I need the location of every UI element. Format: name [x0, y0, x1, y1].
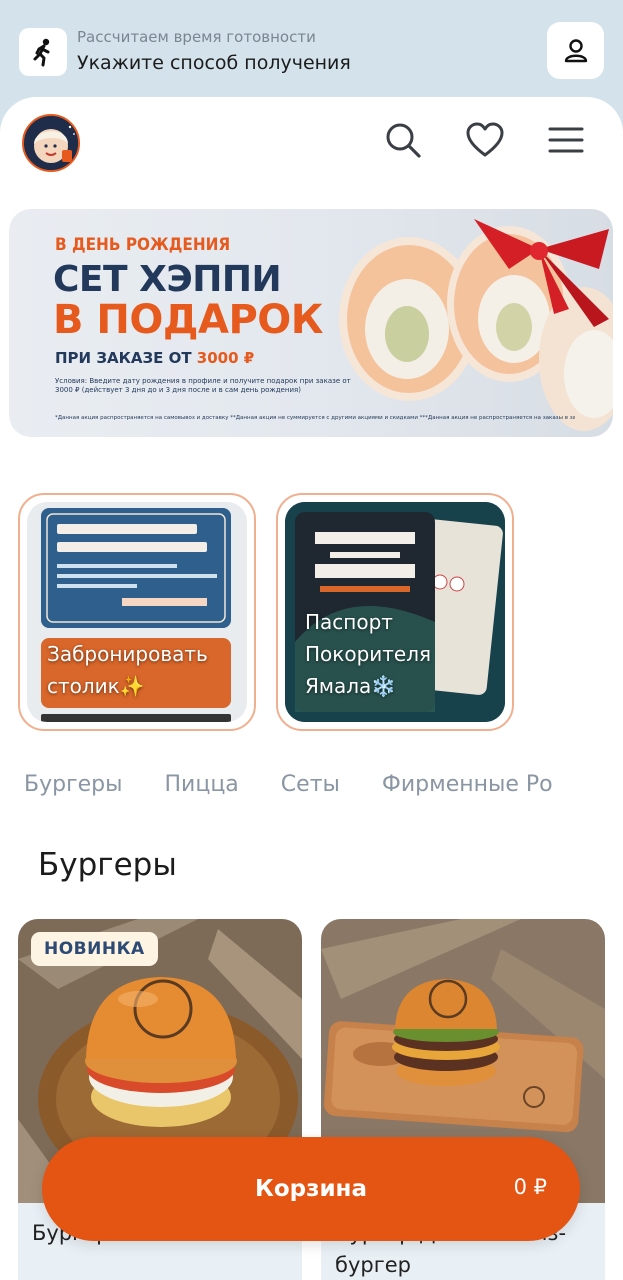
profile-button[interactable] [547, 22, 604, 79]
section-title: Бургеры [38, 847, 177, 883]
walking-person-icon[interactable] [19, 28, 67, 76]
banner-footnote: *Данная акция распространяется на самовы… [55, 415, 575, 421]
tab-signature-rolls[interactable]: Фирменные Ро [382, 772, 553, 797]
banner-line-set: СЕТ ХЭППИ [53, 259, 282, 300]
user-icon [564, 38, 587, 62]
banner-order-amount: 3000 ₽ [196, 349, 255, 367]
brand-logo[interactable] [22, 114, 80, 172]
tab-pizza[interactable]: Пицца [165, 772, 239, 797]
delivery-method-bar[interactable]: Рассчитаем время готовности Укажите спос… [0, 0, 623, 100]
sushi-rolls-image [339, 219, 613, 431]
cart-total: 0 ₽ [513, 1175, 547, 1199]
favorites-heart-icon[interactable] [464, 119, 506, 161]
banner-order-minimum: ПРИ ЗАКАЗЕ ОТ 3000 ₽ [55, 349, 254, 367]
delivery-method-label[interactable]: Укажите способ получения [77, 52, 351, 74]
banner-order-prefix: ПРИ ЗАКАЗЕ ОТ [55, 349, 197, 367]
menu-hamburger-icon[interactable] [545, 119, 587, 161]
banner-conditions: Условия: Введите дату рождения в профиле… [55, 377, 351, 394]
cart-button[interactable]: Корзина 0 ₽ [42, 1137, 580, 1241]
tab-burgers[interactable]: Бургеры [24, 772, 123, 797]
main-content: В ДЕНЬ РОЖДЕНИЯ СЕТ ХЭППИ В ПОДАРОК ПРИ … [0, 97, 623, 1280]
ready-time-hint: Рассчитаем время готовности [77, 28, 316, 46]
story-title-book-table: Забронировать столик✨ [47, 642, 208, 698]
category-tabs: Бургеры Пицца Сеты Фирменные Ро [24, 772, 595, 797]
cart-label: Корзина [255, 1176, 367, 1202]
new-badge: НОВИНКА [31, 932, 158, 966]
story-card-yamal-passport[interactable]: Паспорт Покорителя Ямала❄️ [276, 493, 514, 731]
banner-line-gift: В ПОДАРОК [53, 297, 324, 343]
story-title-yamal-passport: Паспорт Покорителя Ямала❄️ [305, 610, 432, 698]
story-card-book-table[interactable]: Забронировать столик✨ [18, 493, 256, 731]
banner-line-birthday: В ДЕНЬ РОЖДЕНИЯ [55, 235, 231, 255]
tab-sets[interactable]: Сеты [281, 772, 340, 797]
birthday-promo-banner[interactable]: В ДЕНЬ РОЖДЕНИЯ СЕТ ХЭППИ В ПОДАРОК ПРИ … [9, 209, 613, 437]
search-icon[interactable] [382, 119, 424, 161]
